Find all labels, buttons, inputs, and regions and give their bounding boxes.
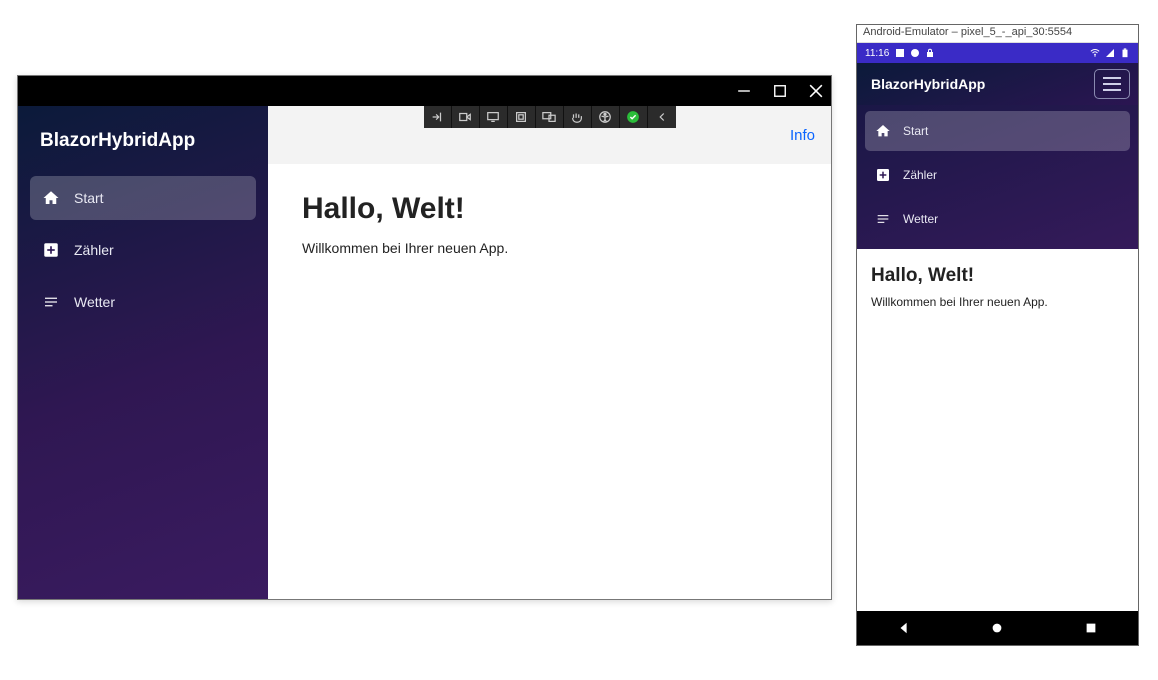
mobile-nav-item-zahler[interactable]: Zähler — [865, 155, 1130, 195]
app-brand: BlazorHybridApp — [26, 116, 260, 176]
hamburger-line-icon — [1103, 89, 1121, 91]
signal-icon — [1105, 48, 1115, 58]
sidebar-item-label: Start — [74, 190, 104, 206]
mobile-nav-item-label: Start — [903, 124, 928, 138]
devtool-collapse-icon[interactable] — [648, 106, 676, 128]
page-heading: Hallo, Welt! — [302, 192, 797, 226]
content-area: Info Hallo, Welt! Willkommen bei Ihrer n… — [268, 106, 831, 599]
phone-screen: 11:16 BlazorHybridApp — [857, 43, 1138, 645]
android-back-button[interactable] — [894, 618, 914, 638]
top-strip: Info — [268, 106, 831, 164]
plus-square-icon — [42, 241, 60, 259]
devtool-screens-icon[interactable] — [536, 106, 564, 128]
android-recent-button[interactable] — [1081, 618, 1101, 638]
mobile-page-heading: Hallo, Welt! — [871, 265, 1124, 287]
mobile-nav-item-wetter[interactable]: Wetter — [865, 199, 1130, 239]
sidebar-item-label: Wetter — [74, 294, 115, 310]
sidebar-item-label: Zähler — [74, 242, 114, 258]
devtool-record-icon[interactable] — [452, 106, 480, 128]
page-body: Hallo, Welt! Willkommen bei Ihrer neuen … — [268, 164, 831, 284]
devtool-screen-icon[interactable] — [480, 106, 508, 128]
sidebar-item-wetter[interactable]: Wetter — [30, 280, 256, 324]
window-minimize-button[interactable] — [737, 84, 751, 98]
list-icon — [875, 211, 891, 227]
status-lock-icon — [925, 48, 935, 58]
android-home-button[interactable] — [987, 618, 1007, 638]
home-icon — [875, 123, 891, 139]
hamburger-line-icon — [1103, 77, 1121, 79]
status-square-icon — [895, 48, 905, 58]
devtool-export-icon[interactable] — [424, 106, 452, 128]
mobile-header: BlazorHybridApp — [857, 63, 1138, 105]
window-close-button[interactable] — [809, 84, 823, 98]
devtool-success-icon[interactable] — [620, 106, 648, 128]
android-navbar — [857, 611, 1138, 645]
sidebar: BlazorHybridApp Start Zähler — [18, 106, 268, 599]
status-time: 11:16 — [865, 48, 889, 59]
devtool-hand-icon[interactable] — [564, 106, 592, 128]
mobile-nav: Start Zähler Wetter — [857, 105, 1138, 249]
browserlink-toolbar — [424, 106, 676, 128]
android-emulator-window: Android-Emulator – pixel_5_-_api_30:5554… — [856, 24, 1139, 646]
mobile-nav-item-start[interactable]: Start — [865, 111, 1130, 151]
window-maximize-button[interactable] — [773, 84, 787, 98]
sidebar-nav: Start Zähler Wetter — [26, 176, 260, 324]
sidebar-item-start[interactable]: Start — [30, 176, 256, 220]
list-icon — [42, 293, 60, 311]
mobile-nav-item-label: Wetter — [903, 212, 938, 226]
emulator-window-title: Android-Emulator – pixel_5_-_api_30:5554 — [857, 25, 1138, 43]
wifi-icon — [1090, 48, 1100, 58]
status-circle-icon — [910, 48, 920, 58]
hamburger-line-icon — [1103, 83, 1121, 85]
devtool-accessibility-icon[interactable] — [592, 106, 620, 128]
sidebar-item-zahler[interactable]: Zähler — [30, 228, 256, 272]
battery-icon — [1120, 48, 1130, 58]
mobile-page-subheading: Willkommen bei Ihrer neuen App. — [871, 295, 1124, 309]
page-subheading: Willkommen bei Ihrer neuen App. — [302, 240, 797, 256]
desktop-window: BlazorHybridApp Start Zähler — [17, 75, 832, 600]
mobile-page-body: Hallo, Welt! Willkommen bei Ihrer neuen … — [857, 249, 1138, 611]
window-titlebar — [18, 76, 831, 106]
hamburger-button[interactable] — [1094, 69, 1130, 99]
mobile-nav-item-label: Zähler — [903, 168, 937, 182]
android-statusbar: 11:16 — [857, 43, 1138, 63]
plus-square-icon — [875, 167, 891, 183]
info-link[interactable]: Info — [790, 127, 815, 144]
mobile-app-brand: BlazorHybridApp — [865, 76, 985, 92]
devtool-square-icon[interactable] — [508, 106, 536, 128]
home-icon — [42, 189, 60, 207]
